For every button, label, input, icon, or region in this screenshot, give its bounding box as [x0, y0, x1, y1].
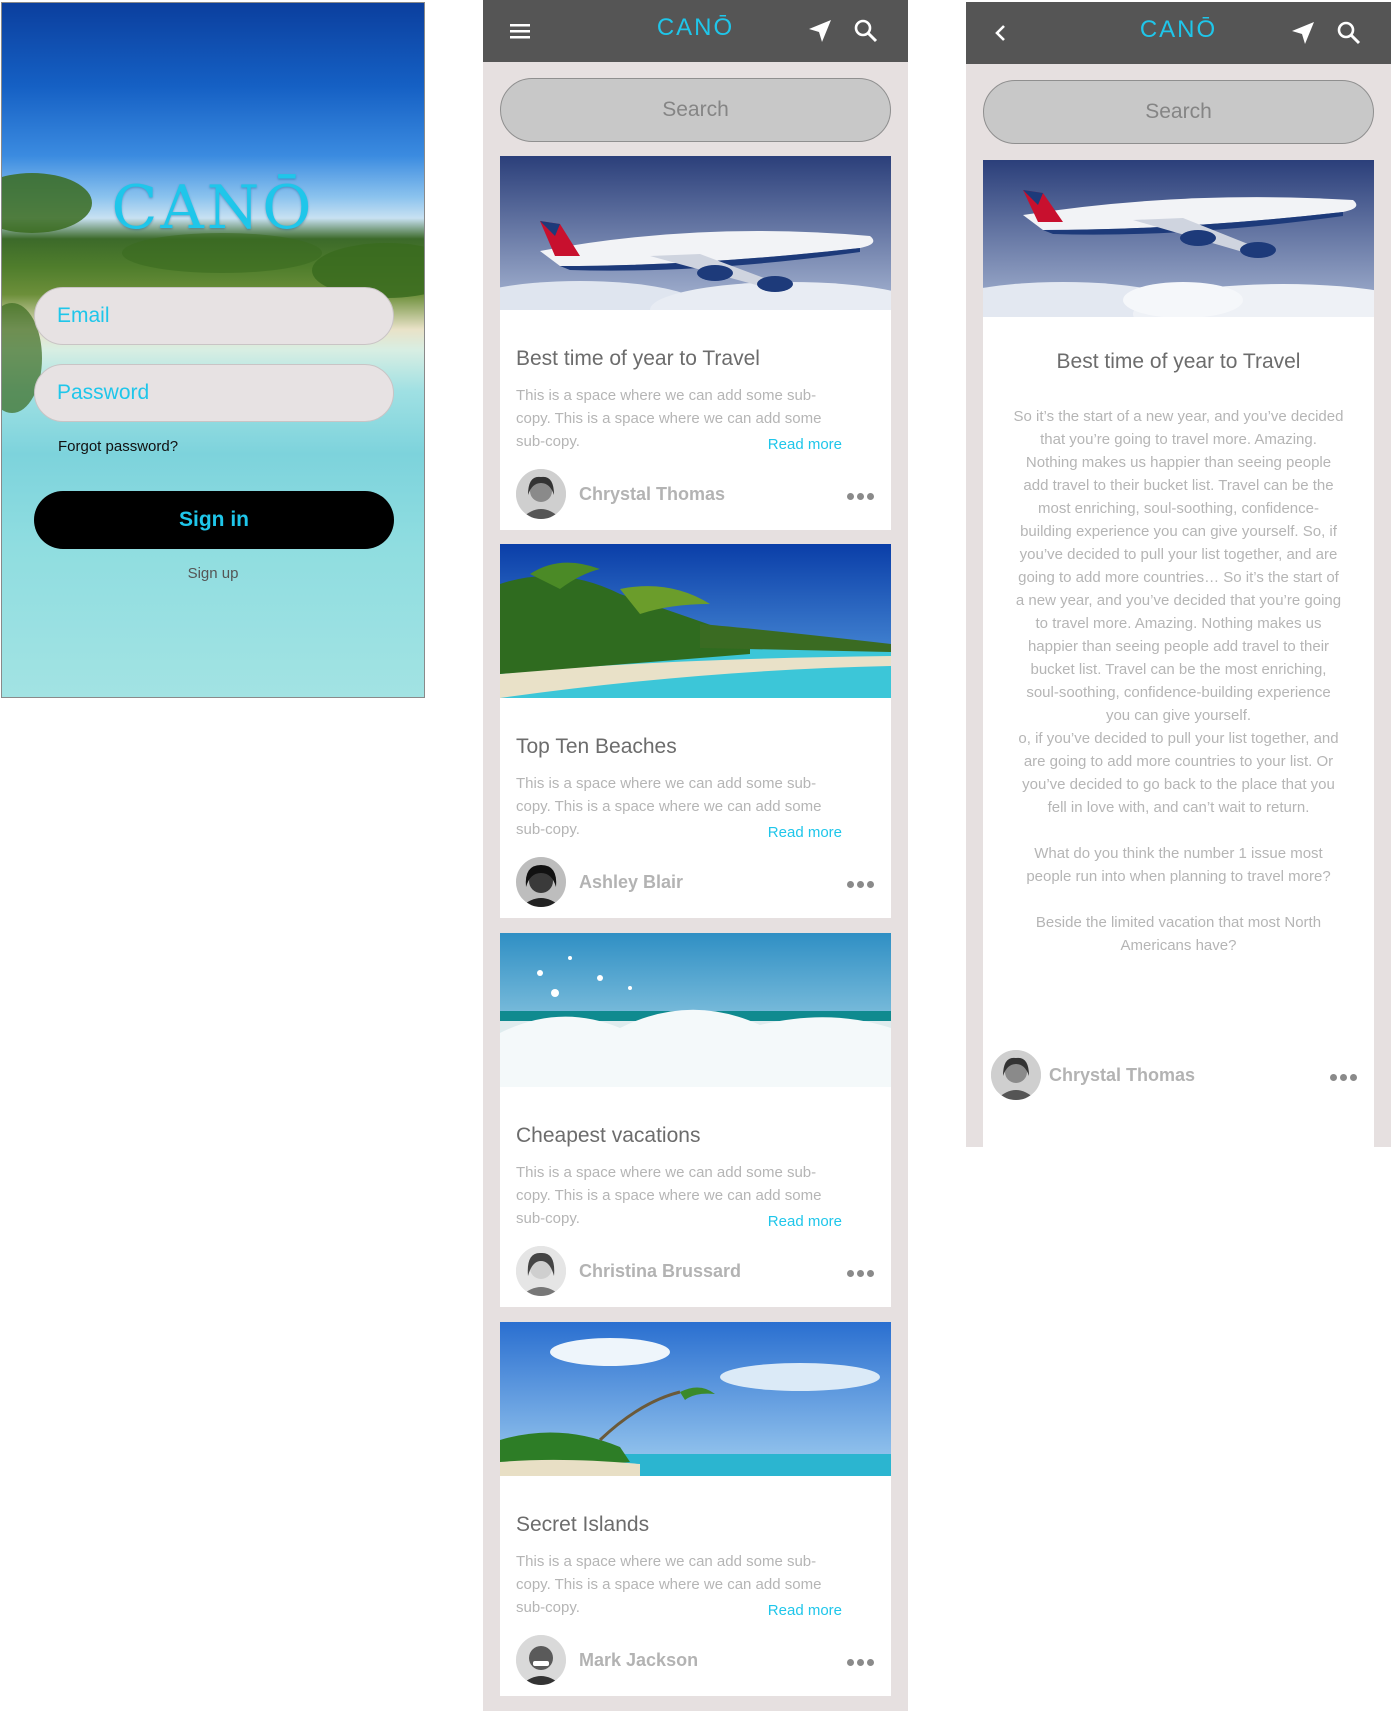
card-title[interactable]: Secret Islands [516, 1513, 649, 1537]
search-icon[interactable] [853, 18, 879, 44]
search-placeholder: Search [1145, 100, 1212, 123]
author-name[interactable]: Chrystal Thomas [1049, 1065, 1195, 1086]
email-placeholder: Email [57, 304, 110, 327]
article-panel: Best time of year to Travel So it’s the … [983, 160, 1374, 1147]
author-name[interactable]: Christina Brussard [579, 1261, 741, 1282]
more-dots-icon[interactable] [1330, 1074, 1358, 1082]
article-card[interactable]: Top Ten Beaches This is a space where we… [500, 544, 891, 918]
read-more-link[interactable]: Read more [768, 1213, 842, 1230]
article-paragraph: Beside the limited vacation that most No… [1035, 914, 1322, 954]
article-card[interactable]: Cheapest vacations This is a space where… [500, 933, 891, 1307]
search-input[interactable]: Search [500, 78, 891, 142]
avatar[interactable] [516, 1246, 566, 1296]
card-image-wave[interactable] [500, 933, 891, 1087]
card-image-island[interactable] [500, 1322, 891, 1476]
email-field[interactable]: Email [34, 287, 394, 345]
location-arrow-icon[interactable] [1290, 20, 1316, 46]
author-name[interactable]: Mark Jackson [579, 1650, 698, 1671]
password-field[interactable]: Password [34, 364, 394, 422]
sign-in-button[interactable]: Sign in [34, 491, 394, 549]
article-paragraph: What do you think the number 1 issue mos… [1026, 845, 1331, 885]
card-image-airplane[interactable] [500, 156, 891, 310]
read-more-link[interactable]: Read more [768, 436, 842, 453]
top-bar: CANŌ [483, 0, 908, 62]
article-body: So it’s the start of a new year, and you… [1013, 405, 1344, 980]
article-screen: CANŌ Search Best time of year to Travel … [966, 2, 1391, 1147]
brand-logo: CANŌ [1139, 16, 1218, 43]
more-dots-icon[interactable] [847, 881, 875, 889]
read-more-link[interactable]: Read more [768, 824, 842, 841]
card-title[interactable]: Best time of year to Travel [516, 347, 760, 371]
author-name[interactable]: Ashley Blair [579, 872, 683, 893]
avatar[interactable] [516, 1635, 566, 1685]
card-title[interactable]: Top Ten Beaches [516, 735, 677, 759]
read-more-link[interactable]: Read more [768, 1602, 842, 1619]
top-bar: CANŌ [966, 2, 1391, 64]
brand-logo: CANŌ [656, 14, 735, 41]
search-placeholder: Search [662, 98, 729, 121]
author-name[interactable]: Chrystal Thomas [579, 484, 725, 505]
forgot-password-link[interactable]: Forgot password? [58, 438, 178, 455]
app-logo: CANŌ [111, 173, 315, 243]
password-placeholder: Password [57, 381, 150, 404]
article-hero-image [983, 160, 1374, 317]
search-icon[interactable] [1336, 20, 1362, 46]
search-input[interactable]: Search [983, 80, 1374, 144]
card-image-beach[interactable] [500, 544, 891, 698]
feed-screen: CANŌ Search Best time of year to Travel … [483, 0, 908, 1711]
more-dots-icon[interactable] [847, 1659, 875, 1667]
location-arrow-icon[interactable] [807, 18, 833, 44]
avatar[interactable] [991, 1050, 1041, 1100]
card-title[interactable]: Cheapest vacations [516, 1124, 700, 1148]
more-dots-icon[interactable] [847, 1270, 875, 1278]
avatar[interactable] [516, 469, 566, 519]
sign-up-link[interactable]: Sign up [2, 565, 424, 582]
article-card[interactable]: Best time of year to Travel This is a sp… [500, 156, 891, 530]
more-dots-icon[interactable] [847, 493, 875, 501]
article-card[interactable]: Secret Islands This is a space where we … [500, 1322, 891, 1696]
avatar[interactable] [516, 857, 566, 907]
login-screen: CANŌ Email Password Forgot password? Sig… [1, 2, 425, 698]
article-title: Best time of year to Travel [1056, 350, 1301, 373]
article-paragraph: So it’s the start of a new year, and you… [1013, 408, 1344, 816]
